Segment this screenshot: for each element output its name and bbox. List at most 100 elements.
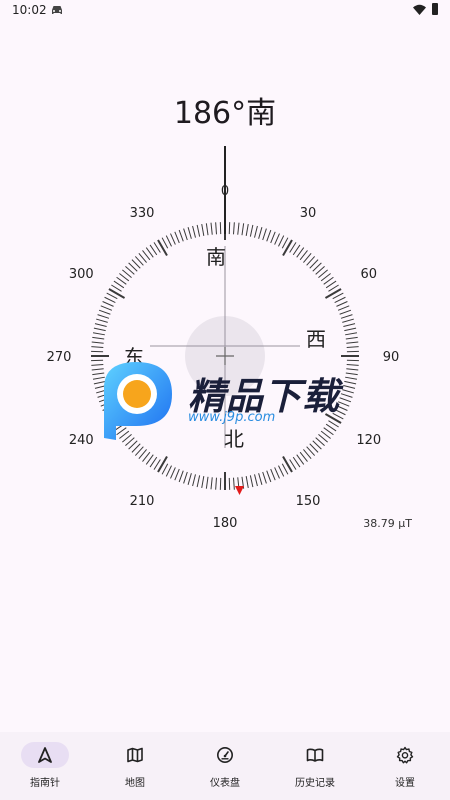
dial-tick <box>292 456 301 468</box>
dial-number: 30 <box>300 206 317 221</box>
dial-tick <box>245 476 249 489</box>
dial-tick <box>233 477 235 490</box>
dial-tick <box>91 341 104 344</box>
north-marker-icon <box>235 486 244 495</box>
dial-tick <box>104 296 116 303</box>
compass-dial: 1802102402703003300306090120150 南 西 北 东 <box>47 146 400 530</box>
dial-tick <box>278 235 285 247</box>
dial-tick <box>249 475 254 488</box>
dial-tick <box>237 222 240 235</box>
dial-tick <box>324 288 342 299</box>
dial-tick <box>282 239 293 257</box>
dial-tick <box>96 318 108 323</box>
nav-label: 历史记录 <box>295 778 335 789</box>
dial-tick <box>262 228 267 241</box>
dial-tick <box>346 341 359 344</box>
dial-number: 210 <box>130 494 155 509</box>
nav-settings[interactable]: 设置 <box>360 732 450 800</box>
dial-tick <box>325 280 337 289</box>
compass-heading: 186°南 <box>173 96 277 131</box>
dial-tick <box>258 227 263 239</box>
dial-tick <box>108 288 126 299</box>
dial-tick <box>157 455 168 473</box>
dial-tick <box>187 227 192 239</box>
dial-tick <box>241 223 245 236</box>
dial-tick <box>149 244 158 256</box>
dial-tick <box>215 222 217 235</box>
dial-tick <box>266 229 272 242</box>
bottom-nav: 指南针 地图 仪表盘 历史记录 设置 <box>0 732 450 800</box>
battery-icon <box>432 3 438 15</box>
wifi-icon <box>413 4 426 15</box>
dial-tick <box>183 228 188 241</box>
dial-tick <box>170 233 176 245</box>
dial-tick <box>346 346 359 348</box>
map-icon <box>127 747 143 763</box>
dial-tick <box>183 471 188 484</box>
nav-label: 仪表盘 <box>210 778 240 789</box>
dial-tick <box>258 473 263 485</box>
speedometer-icon <box>217 747 233 763</box>
dial-tick <box>254 225 258 238</box>
status-time: 10:02 <box>12 3 47 17</box>
dial-tick <box>192 474 196 487</box>
dial-number: 300 <box>69 267 94 282</box>
cardinal-west: 西 <box>306 327 326 351</box>
nav-compass[interactable]: 指南针 <box>0 732 90 800</box>
nav-label: 设置 <box>395 778 415 789</box>
dial-tick <box>210 222 213 235</box>
cardinal-south: 南 <box>206 245 226 269</box>
navigation-arrow-icon <box>38 747 52 763</box>
watermark-url: www.j9p.com <box>188 410 276 425</box>
dial-tick <box>170 467 176 479</box>
nav-dashboard[interactable]: 仪表盘 <box>180 732 270 800</box>
dial-tick <box>344 327 357 332</box>
dial-tick <box>97 314 110 319</box>
dial-tick <box>345 336 358 340</box>
dial-tick <box>187 473 192 485</box>
dial-tick <box>205 223 209 236</box>
dial-tick <box>274 233 280 245</box>
dial-tick <box>262 471 267 484</box>
dial-tick <box>343 323 356 327</box>
dial-tick <box>270 468 276 481</box>
dial-number: 330 <box>130 206 155 221</box>
dial-tick <box>249 224 254 237</box>
dial-tick <box>165 465 172 477</box>
dial-number: 240 <box>69 433 94 448</box>
dial-tick <box>254 474 258 487</box>
dial-tick <box>210 477 213 490</box>
compass: 1802102402703003300306090120150 南 西 北 东 <box>0 130 450 530</box>
dial-number: 90 <box>383 350 400 365</box>
nav-label: 地图 <box>125 778 145 789</box>
car-icon <box>52 6 62 14</box>
dial-number: 120 <box>356 433 381 448</box>
nav-map[interactable]: 地图 <box>90 732 180 800</box>
nav-label: 指南针 <box>30 778 60 789</box>
dial-tick <box>339 309 352 315</box>
dial-tick <box>98 309 111 315</box>
dial-tick <box>270 231 276 244</box>
dial-tick <box>201 223 205 236</box>
watermark-logo <box>104 362 172 440</box>
book-icon <box>306 748 324 762</box>
dial-tick <box>282 455 293 473</box>
dial-tick <box>337 305 350 311</box>
dial-number: 270 <box>47 350 72 365</box>
dial-tick <box>345 332 358 336</box>
dial-tick <box>113 280 125 289</box>
dial-tick <box>94 323 107 327</box>
dial-tick <box>196 224 201 237</box>
dial-tick <box>192 225 196 238</box>
nav-history[interactable]: 历史记录 <box>270 732 360 800</box>
dial-tick <box>278 465 285 477</box>
dial-tick <box>245 223 249 236</box>
dial-tick <box>201 476 205 489</box>
dial-tick <box>205 476 209 489</box>
dial-tick <box>196 475 201 488</box>
dial-tick <box>149 456 158 468</box>
dial-tick <box>91 346 104 348</box>
magnetic-field-strength: 38.79 μT <box>363 517 412 530</box>
dial-number: 180 <box>213 516 238 530</box>
dial-tick <box>233 222 235 235</box>
